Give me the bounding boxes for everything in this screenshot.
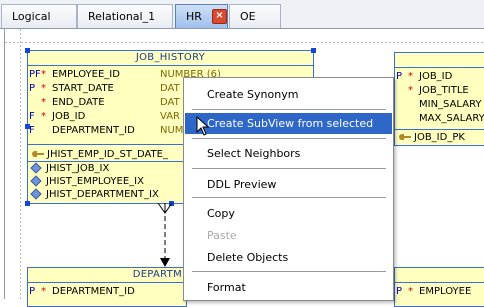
table-title: DEPARTM [28, 268, 186, 283]
primary-key-row[interactable]: JHIST_EMP_ID_ST_DATE_ [32, 148, 168, 162]
column-name: JOB_ID [419, 71, 453, 82]
selection-handle[interactable] [25, 48, 30, 53]
mouse-cursor-icon [196, 116, 210, 136]
index-diamond-icon [30, 175, 42, 187]
tab-label: HR [186, 10, 202, 23]
key-flag: P [29, 286, 36, 297]
index-name: JHIST_JOB_IX [46, 163, 110, 174]
index-diamond-icon [30, 188, 42, 200]
column-name: JOB_TITLE [419, 85, 469, 96]
tab-oe[interactable]: OE [229, 4, 281, 28]
menu-item-create-subview[interactable]: Create SubView from selected [185, 113, 392, 134]
key-icon [32, 151, 44, 157]
key-flag: P [396, 286, 403, 297]
column-name: DEPARTMENT_ID [52, 286, 135, 297]
selection-handle[interactable] [25, 124, 30, 129]
menu-item-paste: Paste [207, 229, 237, 242]
index-row[interactable]: JHIST_DEPARTMENT_IX [30, 188, 159, 202]
tab-label: OE [240, 10, 256, 23]
key-flag: F [29, 125, 35, 136]
required-flag: * [408, 286, 413, 297]
pk-name: JOB_ID_PK [414, 132, 465, 143]
key-flag: F [29, 111, 35, 122]
close-tab-icon[interactable]: × [212, 9, 227, 24]
index-name: JHIST_DEPARTMENT_IX [46, 189, 159, 200]
page-grid-line [20, 29, 21, 299]
required-flag: * [41, 286, 46, 297]
page-grid-line [5, 42, 484, 43]
index-row[interactable]: JHIST_JOB_IX [30, 162, 110, 176]
key-flag: P [396, 71, 403, 82]
required-flag: * [408, 85, 413, 96]
table-row[interactable]: MAX_SALARY [395, 112, 484, 126]
column-name: EMPLOYEE_ID [52, 69, 120, 80]
table-departments[interactable]: DEPARTM P * DEPARTMENT_ID [27, 267, 187, 307]
section-divider [395, 129, 484, 130]
column-type: NUM [160, 125, 184, 136]
menu-item-select-neighbors[interactable]: Select Neighbors [185, 143, 392, 164]
required-flag: * [41, 83, 46, 94]
tab-relational-1[interactable]: Relational_1 [77, 4, 173, 28]
required-flag: * [408, 71, 413, 82]
column-type: VAR [160, 111, 180, 122]
selection-handle[interactable] [25, 201, 30, 206]
menu-separator [192, 271, 386, 272]
key-flag: P [29, 83, 36, 94]
table-row[interactable]: MIN_SALARY [395, 98, 484, 112]
index-name: JHIST_EMPLOYEE_IX [46, 176, 144, 187]
tab-label: Relational_1 [88, 10, 156, 23]
key-icon [399, 134, 411, 140]
index-diamond-icon [30, 162, 42, 174]
table-row[interactable]: * JOB_TITLE [395, 84, 484, 98]
column-name: JOB_ID [52, 111, 86, 122]
canvas-left-border [4, 29, 5, 299]
selection-handle[interactable] [311, 48, 316, 53]
relationship-connector[interactable] [150, 200, 180, 270]
menu-item-delete-objects[interactable]: Delete Objects [185, 247, 392, 268]
key-flag: PF [29, 69, 41, 80]
pk-name: JHIST_EMP_ID_ST_DATE_ [47, 149, 168, 160]
tab-hr[interactable]: HR × [175, 4, 228, 28]
primary-key-row[interactable]: JOB_ID_PK [399, 131, 465, 145]
menu-item-copy[interactable]: Copy [185, 203, 392, 224]
table-title [395, 53, 484, 68]
table-row[interactable]: P * DEPARTMENT_ID [28, 285, 186, 299]
menu-separator [192, 168, 386, 169]
table-title: JOB_HISTORY [28, 51, 313, 66]
required-flag: * [41, 97, 46, 108]
menu-separator [192, 197, 386, 198]
tab-logical[interactable]: Logical [1, 4, 77, 28]
menu-item-create-synonym[interactable]: Create Synonym [185, 84, 392, 105]
table-row[interactable]: P * EMPLOYEE [395, 285, 484, 299]
table-jobs[interactable]: P * JOB_ID * JOB_TITLE MIN_SALARY MAX_SA… [394, 52, 484, 146]
column-name: END_DATE [52, 97, 105, 108]
column-name: START_DATE [52, 83, 114, 94]
menu-item-format[interactable]: Format [185, 277, 392, 298]
menu-separator [192, 109, 386, 110]
tab-label: Logical [12, 10, 51, 23]
menu-item-ddl-preview[interactable]: DDL Preview [185, 174, 392, 195]
table-employees[interactable]: P * EMPLOYEE [394, 267, 484, 307]
table-row[interactable]: P * JOB_ID [395, 70, 484, 84]
index-row[interactable]: JHIST_EMPLOYEE_IX [30, 175, 144, 189]
diagram-tab-bar: Logical Relational_1 HR × OE [0, 0, 484, 29]
column-type: DAT [160, 97, 180, 108]
context-menu: Create Synonym Create SubView from selec… [183, 77, 394, 301]
required-flag: * [41, 111, 46, 122]
column-name: MIN_SALARY [419, 99, 482, 110]
column-name: MAX_SALARY [419, 113, 484, 124]
table-title [395, 268, 484, 283]
column-name: EMPLOYEE [419, 286, 472, 297]
column-name: DEPARTMENT_ID [52, 125, 135, 136]
menu-separator [192, 138, 386, 139]
column-type: DAT [160, 83, 180, 94]
required-flag: * [41, 69, 46, 80]
